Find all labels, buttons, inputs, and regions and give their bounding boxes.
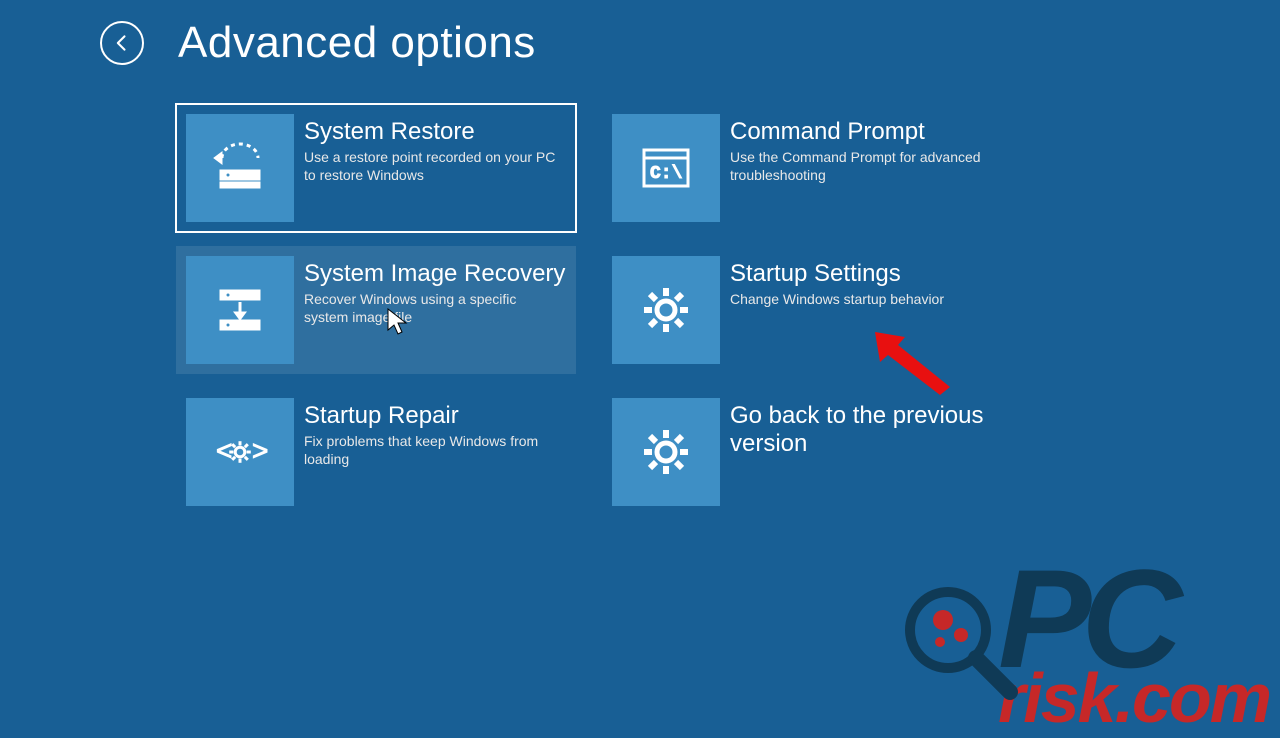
tile-title: Go back to the previous version <box>730 402 992 457</box>
svg-text:C:\: C:\ <box>650 164 683 184</box>
watermark-logo: PC risk.com <box>998 570 1270 738</box>
tile-desc: Use a restore point recorded on your PC … <box>304 148 564 186</box>
tile-title: System Image Recovery <box>304 260 565 288</box>
tile-desc: Use the Command Prompt for advanced trou… <box>730 148 990 186</box>
command-prompt-icon: C:\ <box>612 114 720 222</box>
page-title: Advanced options <box>178 18 536 68</box>
startup-repair-icon: < > <box>186 398 294 506</box>
gear-icon <box>612 398 720 506</box>
tile-system-restore[interactable]: System Restore Use a restore point recor… <box>176 104 576 232</box>
tile-startup-settings[interactable]: Startup Settings Change Windows startup … <box>602 246 1002 374</box>
options-grid: System Restore Use a restore point recor… <box>0 68 1280 516</box>
tile-title: Startup Settings <box>730 260 944 288</box>
watermark-text-risk: risk.com <box>998 658 1270 738</box>
tile-desc: Fix problems that keep Windows from load… <box>304 432 564 470</box>
svg-text:>: > <box>252 435 268 466</box>
arrow-left-icon <box>112 33 132 53</box>
tile-go-back-previous-version[interactable]: Go back to the previous version <box>602 388 1002 516</box>
gear-icon <box>612 256 720 364</box>
tile-startup-repair[interactable]: < > Startup Repair Fix problems that kee… <box>176 388 576 516</box>
tile-desc: Change Windows startup behavior <box>730 290 944 309</box>
system-restore-icon <box>186 114 294 222</box>
back-button[interactable] <box>100 21 144 65</box>
watermark-text-pc: PC <box>998 570 1270 668</box>
tile-command-prompt[interactable]: C:\ Command Prompt Use the Command Promp… <box>602 104 1002 232</box>
tile-system-image-recovery[interactable]: System Image Recovery Recover Windows us… <box>176 246 576 374</box>
tile-title: Startup Repair <box>304 402 564 430</box>
tile-desc: Recover Windows using a specific system … <box>304 290 564 328</box>
system-image-recovery-icon <box>186 256 294 364</box>
tile-title: System Restore <box>304 118 564 146</box>
tile-title: Command Prompt <box>730 118 990 146</box>
